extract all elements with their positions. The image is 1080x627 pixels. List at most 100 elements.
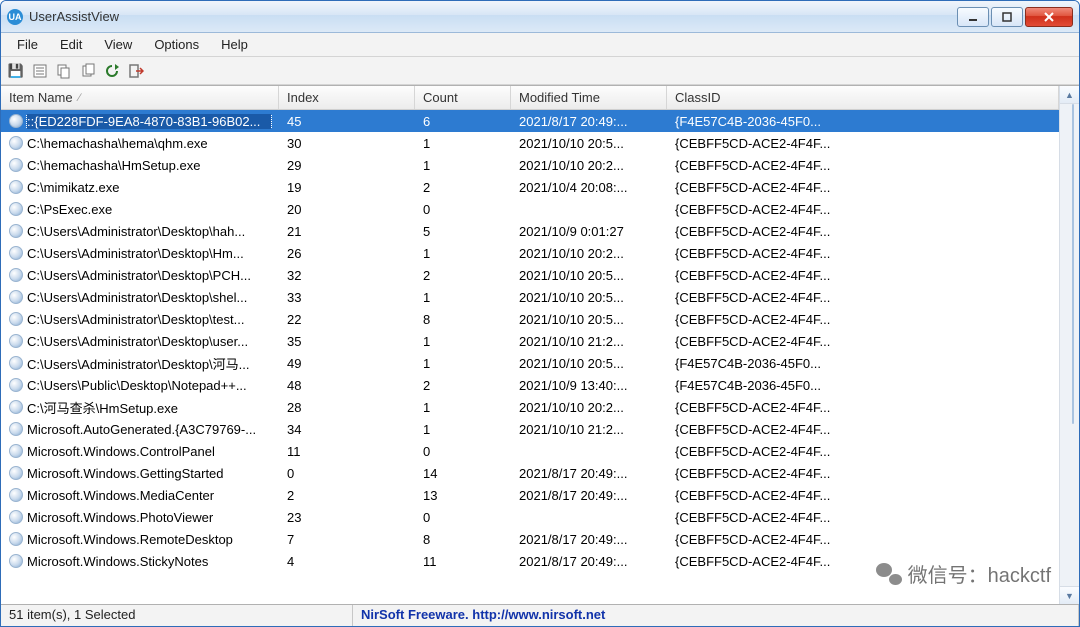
cell-classid: {F4E57C4B-2036-45F0... xyxy=(667,114,1059,129)
scroll-up-icon[interactable]: ▲ xyxy=(1060,86,1079,104)
minimize-button[interactable] xyxy=(957,7,989,27)
item-name-text: C:\Users\Administrator\Desktop\PCH... xyxy=(27,268,271,283)
cell-modified-time: 2021/10/10 20:5... xyxy=(511,268,667,283)
cell-modified-time: 2021/8/17 20:49:... xyxy=(511,488,667,503)
titlebar[interactable]: UA UserAssistView xyxy=(1,1,1079,33)
sort-asc-icon: ∕ xyxy=(79,92,81,104)
cell-count: 14 xyxy=(415,466,511,481)
column-modified-time[interactable]: Modified Time xyxy=(511,86,667,109)
table-row[interactable]: C:\Users\Administrator\Desktop\PCH...322… xyxy=(1,264,1059,286)
table-row[interactable]: C:\hemachasha\hema\qhm.exe3012021/10/10 … xyxy=(1,132,1059,154)
table-row[interactable]: Microsoft.Windows.GettingStarted0142021/… xyxy=(1,462,1059,484)
cell-item-name: C:\Users\Administrator\Desktop\shel... xyxy=(1,290,279,305)
maximize-button[interactable] xyxy=(991,7,1023,27)
app-icon: UA xyxy=(7,9,23,25)
cell-count: 1 xyxy=(415,290,511,305)
table-row[interactable]: C:\Users\Public\Desktop\Notepad++...4822… xyxy=(1,374,1059,396)
table-row[interactable]: ::{ED228FDF-9EA8-4870-83B1-96B02...45620… xyxy=(1,110,1059,132)
table-row[interactable]: C:\Users\Administrator\Desktop\河马...4912… xyxy=(1,352,1059,374)
item-name-text: C:\hemachasha\HmSetup.exe xyxy=(27,158,271,173)
table-row[interactable]: C:\hemachasha\HmSetup.exe2912021/10/10 2… xyxy=(1,154,1059,176)
scroll-thumb[interactable] xyxy=(1072,104,1074,424)
cell-count: 11 xyxy=(415,554,511,569)
table-row[interactable]: Microsoft.Windows.MediaCenter2132021/8/1… xyxy=(1,484,1059,506)
cell-count: 0 xyxy=(415,202,511,217)
menu-view[interactable]: View xyxy=(94,35,142,54)
save-icon[interactable]: 💾 xyxy=(5,60,27,82)
close-button[interactable] xyxy=(1025,7,1073,27)
cell-index: 29 xyxy=(279,158,415,173)
item-name-text: Microsoft.AutoGenerated.{A3C79769-... xyxy=(27,422,271,437)
table-row[interactable]: Microsoft.Windows.StickyNotes4112021/8/1… xyxy=(1,550,1059,572)
cell-item-name: Microsoft.Windows.StickyNotes xyxy=(1,554,279,569)
cell-item-name: Microsoft.Windows.RemoteDesktop xyxy=(1,532,279,547)
cell-count: 1 xyxy=(415,334,511,349)
column-item-name[interactable]: Item Name∕ xyxy=(1,86,279,109)
table-row[interactable]: Microsoft.Windows.PhotoViewer230{CEBFF5C… xyxy=(1,506,1059,528)
table-row[interactable]: Microsoft.Windows.RemoteDesktop782021/8/… xyxy=(1,528,1059,550)
exit-icon[interactable] xyxy=(125,60,147,82)
table-row[interactable]: C:\mimikatz.exe1922021/10/4 20:08:...{CE… xyxy=(1,176,1059,198)
properties-icon[interactable] xyxy=(29,60,51,82)
column-count[interactable]: Count xyxy=(415,86,511,109)
cell-count: 5 xyxy=(415,224,511,239)
item-icon xyxy=(9,202,23,216)
item-icon xyxy=(9,136,23,150)
table-row[interactable]: C:\河马查杀\HmSetup.exe2812021/10/10 20:2...… xyxy=(1,396,1059,418)
menu-help[interactable]: Help xyxy=(211,35,258,54)
menu-file[interactable]: File xyxy=(7,35,48,54)
menu-edit[interactable]: Edit xyxy=(50,35,92,54)
item-name-text: C:\Users\Administrator\Desktop\河马... xyxy=(27,354,271,373)
scroll-down-icon[interactable]: ▼ xyxy=(1060,586,1079,604)
item-name-text: C:\Users\Administrator\Desktop\hah... xyxy=(27,224,271,239)
cell-index: 20 xyxy=(279,202,415,217)
column-index[interactable]: Index xyxy=(279,86,415,109)
cell-count: 1 xyxy=(415,356,511,371)
item-name-text: C:\Users\Administrator\Desktop\test... xyxy=(27,312,271,327)
table-row[interactable]: C:\Users\Administrator\Desktop\test... 22… xyxy=(1,308,1059,330)
cell-index: 30 xyxy=(279,136,415,151)
cell-modified-time: 2021/10/10 20:5... xyxy=(511,136,667,151)
vertical-scrollbar[interactable]: ▲ ▼ xyxy=(1059,86,1079,604)
item-name-text: C:\mimikatz.exe xyxy=(27,180,271,195)
cell-modified-time: 2021/8/17 20:49:... xyxy=(511,554,667,569)
item-icon xyxy=(9,378,23,392)
table-row[interactable]: C:\Users\Administrator\Desktop\shel...33… xyxy=(1,286,1059,308)
pin-icon[interactable] xyxy=(77,60,99,82)
table-row[interactable]: C:\PsExec.exe200{CEBFF5CD-ACE2-4F4F... xyxy=(1,198,1059,220)
cell-item-name: Microsoft.Windows.ControlPanel xyxy=(1,444,279,459)
menubar: File Edit View Options Help xyxy=(1,33,1079,57)
cell-classid: {CEBFF5CD-ACE2-4F4F... xyxy=(667,180,1059,195)
cell-count: 0 xyxy=(415,510,511,525)
table-row[interactable]: C:\Users\Administrator\Desktop\Hm...2612… xyxy=(1,242,1059,264)
refresh-icon[interactable] xyxy=(101,60,123,82)
cell-index: 7 xyxy=(279,532,415,547)
item-name-text: Microsoft.Windows.StickyNotes xyxy=(27,554,271,569)
listview-rows: ::{ED228FDF-9EA8-4870-83B1-96B02...45620… xyxy=(1,110,1059,572)
item-name-text: Microsoft.Windows.MediaCenter xyxy=(27,488,271,503)
column-classid[interactable]: ClassID xyxy=(667,86,1059,109)
cell-item-name: C:\Users\Administrator\Desktop\河马... xyxy=(1,354,279,373)
menu-options[interactable]: Options xyxy=(144,35,209,54)
table-row[interactable]: C:\Users\Administrator\Desktop\hah...215… xyxy=(1,220,1059,242)
cell-index: 45 xyxy=(279,114,415,129)
table-row[interactable]: Microsoft.Windows.ControlPanel110{CEBFF5… xyxy=(1,440,1059,462)
item-icon xyxy=(9,268,23,282)
cell-modified-time: 2021/10/10 20:2... xyxy=(511,400,667,415)
cell-item-name: C:\mimikatz.exe xyxy=(1,180,279,195)
table-row[interactable]: C:\Users\Administrator\Desktop\user...35… xyxy=(1,330,1059,352)
item-icon xyxy=(9,356,23,370)
cell-classid: {CEBFF5CD-ACE2-4F4F... xyxy=(667,290,1059,305)
cell-index: 19 xyxy=(279,180,415,195)
copy-icon[interactable] xyxy=(53,60,75,82)
item-icon xyxy=(9,554,23,568)
cell-index: 11 xyxy=(279,444,415,459)
cell-modified-time: 2021/8/17 20:49:... xyxy=(511,532,667,547)
cell-index: 22 xyxy=(279,312,415,327)
item-name-text: Microsoft.Windows.GettingStarted xyxy=(27,466,271,481)
cell-count: 1 xyxy=(415,400,511,415)
item-name-text: Microsoft.Windows.PhotoViewer xyxy=(27,510,271,525)
table-row[interactable]: Microsoft.AutoGenerated.{A3C79769-...341… xyxy=(1,418,1059,440)
cell-item-name: C:\hemachasha\HmSetup.exe xyxy=(1,158,279,173)
cell-item-name: C:\Users\Administrator\Desktop\PCH... xyxy=(1,268,279,283)
